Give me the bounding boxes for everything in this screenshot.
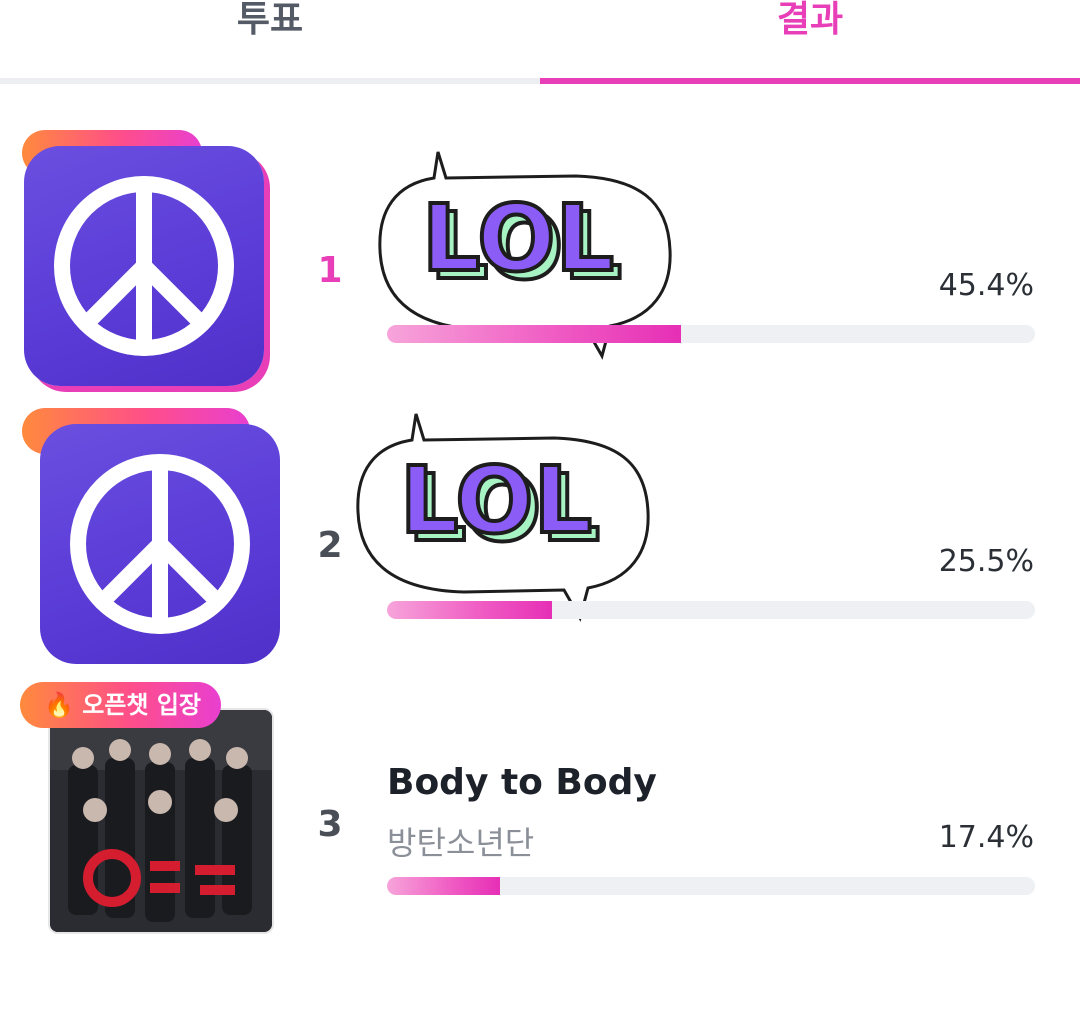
- rank-number: 1: [317, 250, 343, 291]
- result-progress-fill: [387, 601, 553, 619]
- album-cover: [48, 708, 274, 934]
- app-icon: [24, 146, 264, 386]
- tab-vote[interactable]: 투표: [0, 0, 540, 80]
- openchat-badge[interactable]: 🔥 오픈챗 입장: [20, 682, 221, 728]
- peace-sign-icon: [54, 176, 234, 356]
- app-icon: [40, 424, 280, 664]
- song-title: Body to Body: [387, 762, 657, 803]
- rank-number: 2: [317, 525, 343, 566]
- peace-sign-icon: [70, 454, 250, 634]
- rank-number: 3: [317, 804, 343, 845]
- result-progress-fill: [387, 325, 682, 343]
- result-thumbnail[interactable]: [18, 128, 288, 398]
- result-thumbnail[interactable]: 🔥 오픈챗 입장: [18, 680, 288, 950]
- sticker-text-front: LOL: [400, 447, 592, 554]
- result-percent: 17.4%: [938, 820, 1034, 855]
- sticker-text-front: LOL: [422, 185, 614, 292]
- result-progress-bar: [387, 325, 1035, 343]
- result-row[interactable]: 1 LOL LOL 45.4%: [0, 120, 1080, 390]
- result-progress-bar: [387, 877, 1035, 895]
- result-thumbnail[interactable]: [18, 406, 288, 676]
- result-progress-bar: [387, 601, 1035, 619]
- artist-name: 방탄소년단: [387, 824, 535, 862]
- lol-sticker: LOL LOL: [356, 413, 650, 622]
- result-row[interactable]: 2 LOL LOL 25.5%: [0, 400, 1080, 680]
- tab-active-indicator: [540, 78, 1080, 84]
- result-row[interactable]: 🔥 오픈챗 입장 3 Body to Body 방탄소년단 17.4%: [0, 680, 1080, 950]
- tab-result[interactable]: 결과: [540, 0, 1080, 80]
- result-progress-fill: [387, 877, 500, 895]
- result-percent: 45.4%: [938, 268, 1034, 303]
- result-percent: 25.5%: [938, 544, 1034, 579]
- openchat-badge-label: 🔥 오픈챗 입장: [44, 691, 201, 719]
- album-art-image: [50, 710, 272, 932]
- tab-bar: 투표 결과: [0, 0, 1080, 86]
